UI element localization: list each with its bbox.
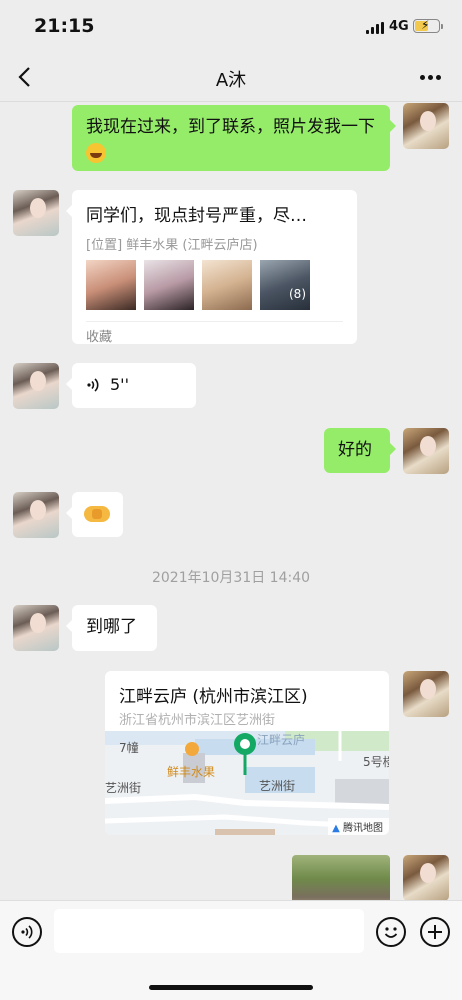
image-message[interactable] bbox=[292, 855, 390, 900]
emoji-message[interactable] bbox=[66, 492, 123, 537]
self-avatar[interactable] bbox=[403, 855, 449, 900]
voice-duration: 5'' bbox=[110, 375, 129, 394]
map-building-label: 5号楼 bbox=[363, 755, 389, 769]
location-card[interactable]: 江畔云庐 (杭州市滨江区) 浙江省杭州市滨江区艺洲街 江畔云庐 7幢 5号楼 鲜… bbox=[105, 671, 389, 835]
status-time: 21:15 bbox=[34, 15, 95, 37]
message-input[interactable] bbox=[54, 909, 364, 953]
chat-area[interactable]: 我现在过来，到了联系，照片发我一下 同学们，现点封号严重，尽… [位置] 鲜丰水… bbox=[0, 103, 462, 900]
add-icon[interactable] bbox=[420, 917, 450, 947]
signal-icon bbox=[366, 22, 384, 34]
photo-thumbnail bbox=[86, 260, 136, 310]
contact-avatar[interactable] bbox=[13, 190, 59, 236]
message-text: 到哪了 bbox=[86, 617, 137, 637]
shop-marker-icon bbox=[185, 742, 199, 756]
voice-message[interactable]: 5'' bbox=[66, 363, 196, 408]
contact-avatar[interactable] bbox=[13, 363, 59, 409]
status-bar: 21:15 4G ⚡ bbox=[0, 0, 462, 54]
home-indicator bbox=[149, 985, 313, 990]
location-pin-icon bbox=[234, 733, 256, 775]
map-place-label: 江畔云庐 bbox=[257, 733, 306, 747]
self-avatar[interactable] bbox=[403, 428, 449, 474]
message-bubble-self[interactable]: 好的 bbox=[324, 428, 396, 473]
grinning-tears-emoji-icon bbox=[86, 143, 106, 163]
battery-icon: ⚡ bbox=[413, 18, 440, 33]
card-subtitle: [位置] 鲜丰水果 (江畔云庐店) bbox=[86, 238, 258, 253]
message-text: 我现在过来，到了联系，照片发我一下 bbox=[86, 117, 375, 137]
chat-title: A沐 bbox=[215, 70, 247, 91]
map-preview[interactable]: 江畔云庐 7幢 5号楼 鲜丰水果 艺洲街 艺洲街 ▲ 腾讯地图 bbox=[105, 731, 389, 835]
map-shop-label: 鲜丰水果 bbox=[167, 765, 216, 779]
map-provider-label: 腾讯地图 bbox=[343, 823, 383, 834]
voice-wave-icon bbox=[87, 378, 99, 392]
contact-avatar[interactable] bbox=[13, 605, 59, 651]
message-timestamp: 2021年10月31日 14:40 bbox=[151, 570, 311, 586]
divider bbox=[86, 321, 343, 322]
charging-icon: ⚡ bbox=[421, 18, 430, 32]
message-bubble-contact[interactable]: 到哪了 bbox=[66, 605, 157, 651]
battery-cap bbox=[441, 24, 443, 29]
nav-bar: A沐 bbox=[0, 54, 462, 102]
map-provider-badge: ▲ 腾讯地图 bbox=[328, 818, 389, 835]
map-street-label: 艺洲街 bbox=[259, 779, 296, 793]
message-bubble-self[interactable]: 我现在过来，到了联系，照片发我一下 bbox=[72, 105, 396, 171]
self-avatar[interactable] bbox=[403, 671, 449, 717]
photo-thumbnail bbox=[202, 260, 252, 310]
location-address: 浙江省杭州市滨江区艺洲街 bbox=[119, 713, 276, 728]
map-provider-icon: ▲ bbox=[332, 823, 340, 834]
photo-thumbnail: (8) bbox=[260, 260, 310, 310]
voice-input-icon[interactable] bbox=[12, 917, 42, 947]
photo-count: (8) bbox=[289, 287, 306, 301]
map-building-label: 7幢 bbox=[119, 741, 139, 755]
location-title: 江畔云庐 (杭州市滨江区) bbox=[119, 687, 308, 707]
photo-thumbnail bbox=[144, 260, 194, 310]
message-text: 好的 bbox=[338, 440, 372, 460]
handshake-emoji-icon bbox=[84, 506, 110, 522]
network-label: 4G bbox=[389, 19, 409, 34]
map-street-label: 艺洲街 bbox=[105, 781, 142, 795]
more-icon[interactable] bbox=[418, 74, 444, 82]
card-title: 同学们，现点封号严重，尽… bbox=[86, 206, 307, 226]
card-footer: 收藏 bbox=[86, 330, 113, 345]
self-avatar[interactable] bbox=[403, 103, 449, 149]
contact-avatar[interactable] bbox=[13, 492, 59, 538]
emoji-icon[interactable] bbox=[376, 917, 406, 947]
chat-record-card[interactable]: 同学们，现点封号严重，尽… [位置] 鲜丰水果 (江畔云庐店) (8) 收藏 bbox=[66, 190, 357, 345]
